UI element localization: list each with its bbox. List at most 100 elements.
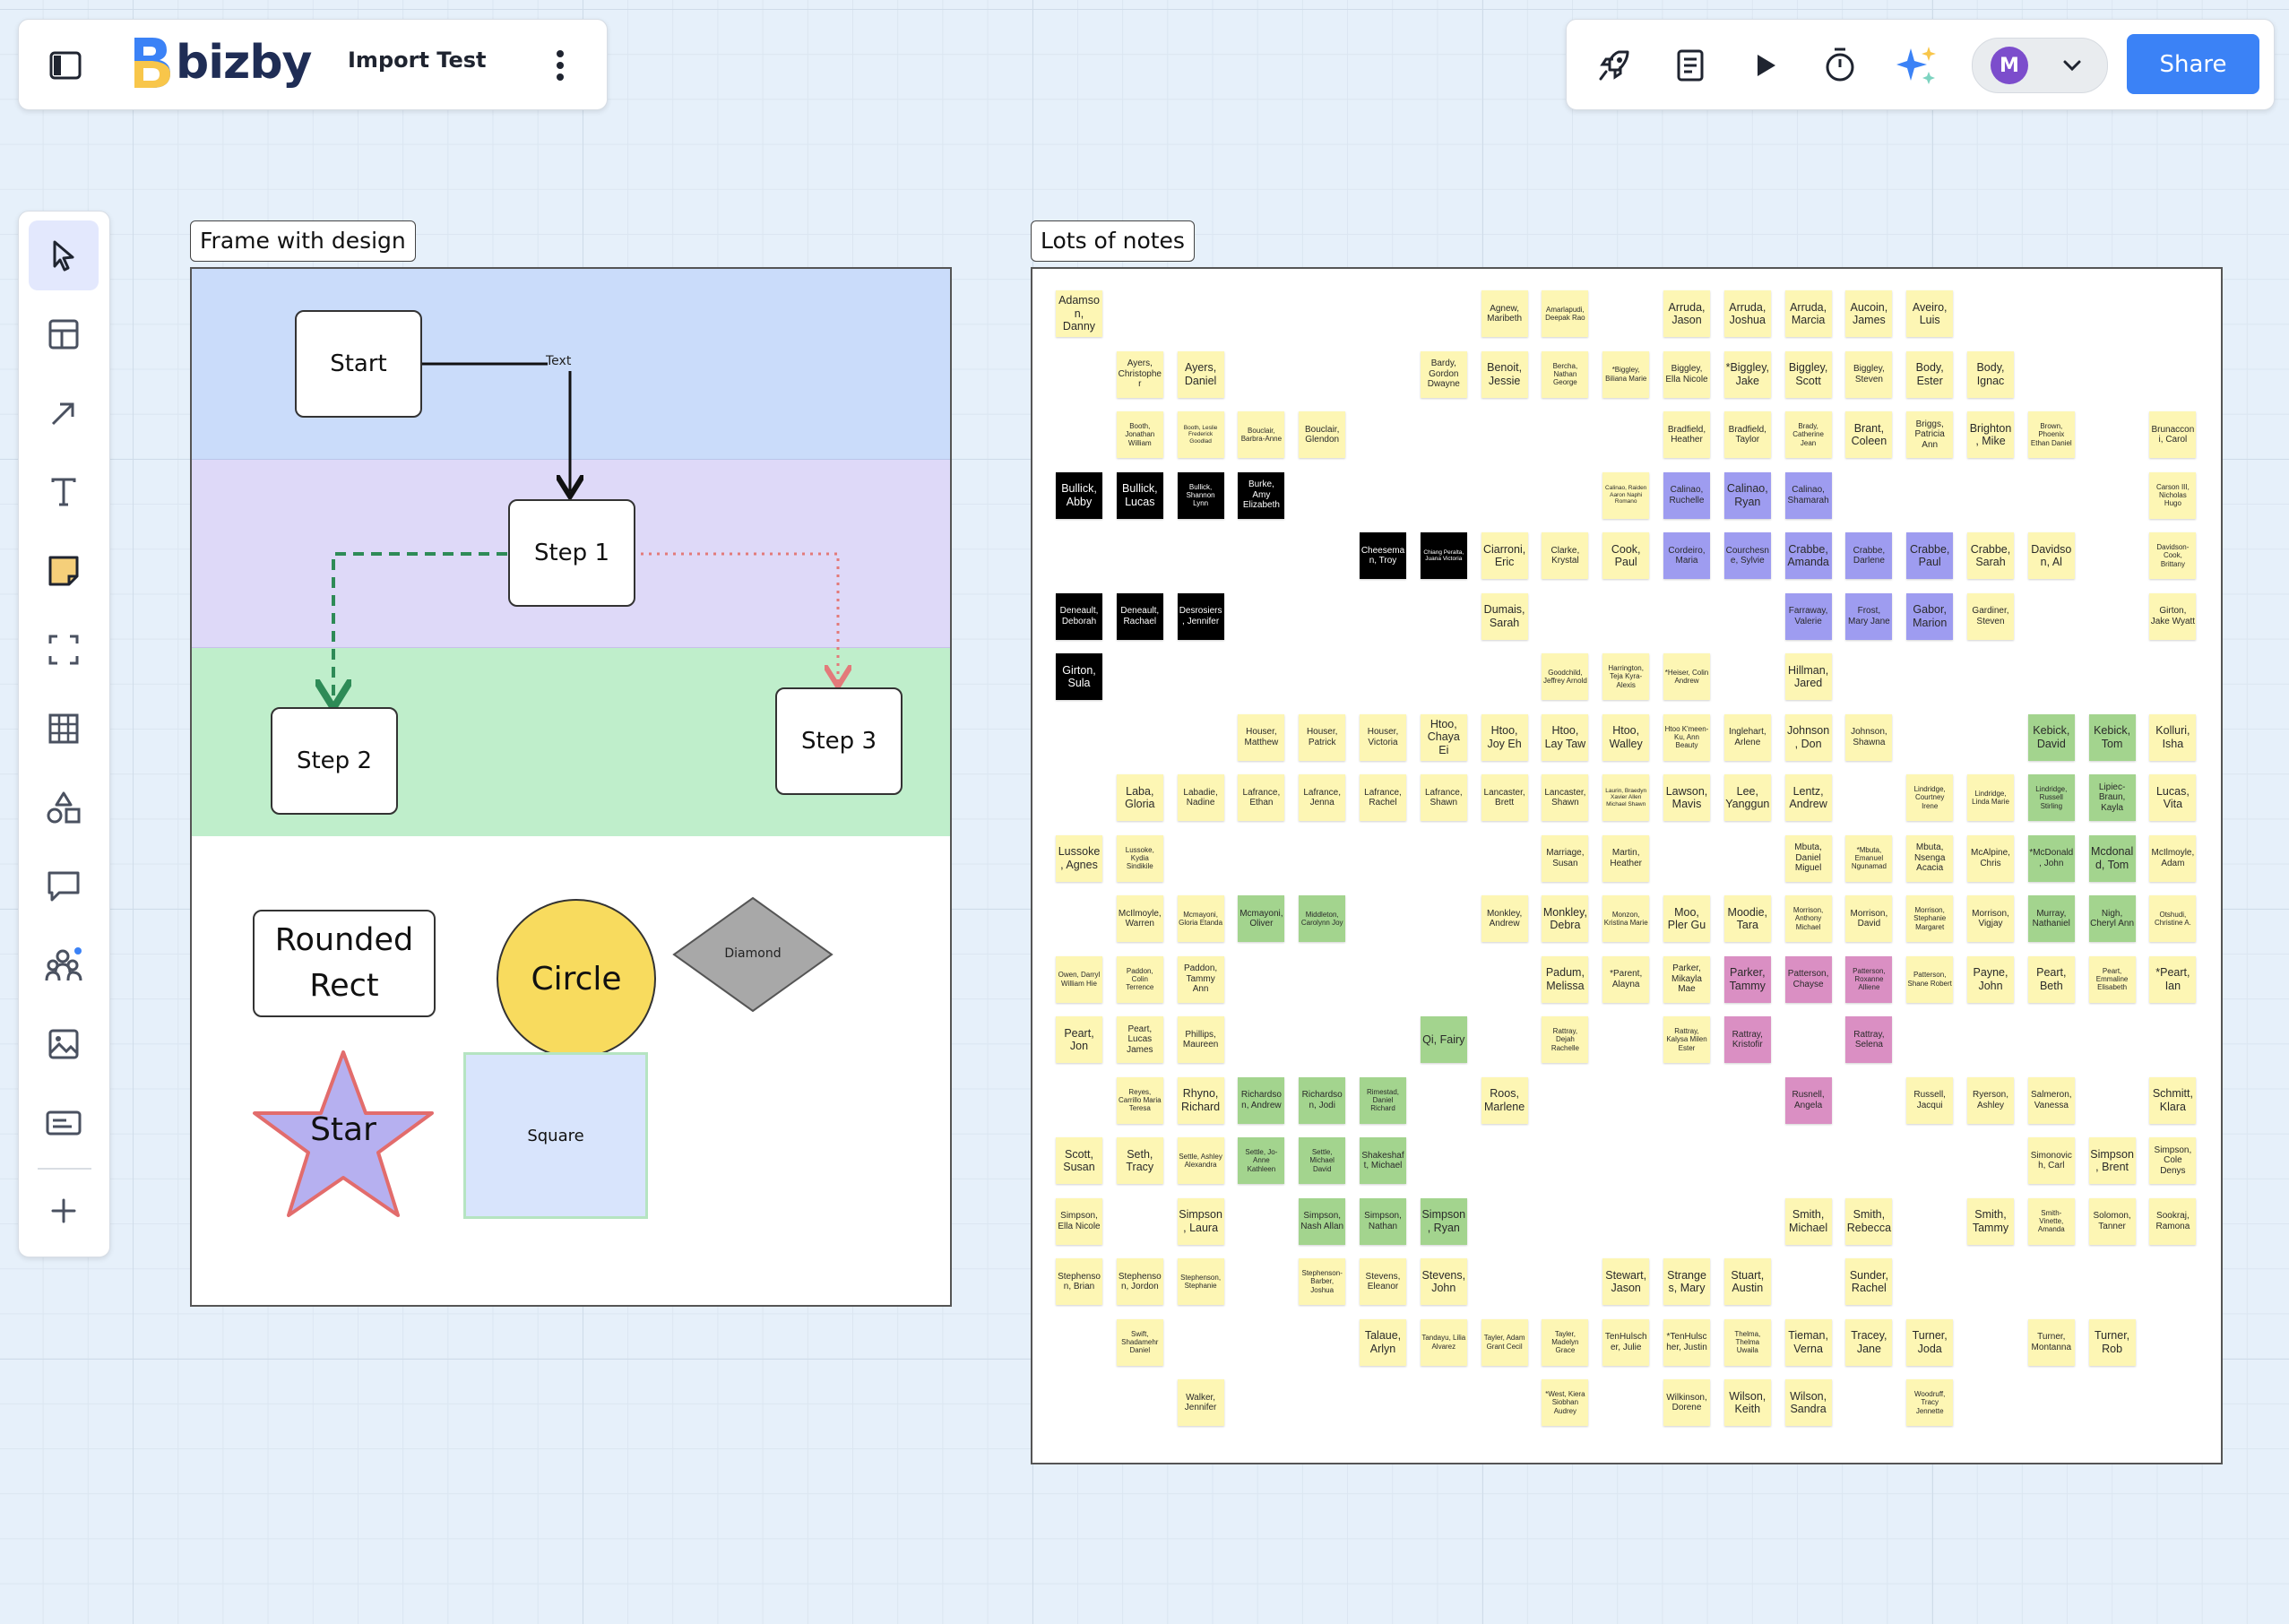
sticky-note[interactable]: Peart, Lucas James	[1116, 1016, 1163, 1063]
sticky-note[interactable]: Moodie, Tara	[1723, 895, 1771, 942]
sticky-note[interactable]: Deneault, Rachael	[1116, 592, 1163, 640]
sticky-note[interactable]: Peart, Emmaline Elisabeth	[2088, 955, 2136, 1003]
sticky-note[interactable]: Biggley, Scott	[1784, 350, 1832, 398]
sticky-note[interactable]: Aucoin, James	[1845, 290, 1893, 337]
sticky-note[interactable]: Calinao, Ryan	[1723, 471, 1771, 519]
sticky-note[interactable]: Nigh, Cheryl Ann	[2088, 895, 2136, 942]
sticky-note[interactable]: Morrison, David	[1845, 895, 1893, 942]
sticky-note[interactable]: Parker, Tammy	[1723, 955, 1771, 1003]
sticky-note[interactable]: Kebick, David	[2027, 713, 2075, 761]
flow-step2-node[interactable]: Step 2	[271, 707, 398, 815]
sticky-note[interactable]: Tandayu, Lilia Alvarez	[1420, 1318, 1467, 1366]
square-shape[interactable]: Square	[463, 1052, 648, 1219]
sticky-note[interactable]: Mcmayoni, Oliver	[1238, 895, 1285, 942]
sticky-note[interactable]: Bullick, Abby	[1056, 471, 1102, 519]
sticky-note[interactable]: Adamson, Danny	[1056, 290, 1102, 337]
sticky-note[interactable]: Stevens, John	[1420, 1258, 1467, 1305]
sticky-note[interactable]: *Peart, Ian	[2149, 955, 2197, 1003]
sticky-note[interactable]: Stephenson-Barber, Joshua	[1299, 1258, 1346, 1305]
sticky-note[interactable]: Wilson, Sandra	[1784, 1379, 1832, 1426]
notes-frame[interactable]: Adamson, Danny Agnew, Maribeth Amarlapudi,…	[1031, 267, 2223, 1464]
user-menu[interactable]: M	[1972, 38, 2108, 93]
sticky-note[interactable]: Sookraj, Ramona	[2149, 1197, 2197, 1245]
sticky-note[interactable]: Reyes, Carrillo Maria Teresa	[1116, 1076, 1163, 1124]
stopwatch-icon[interactable]	[1818, 41, 1862, 88]
sticky-note[interactable]: Bullick, Lucas	[1116, 471, 1163, 519]
sticky-note[interactable]: Body, Ignac	[1967, 350, 2014, 398]
sticky-note[interactable]: Biggley, Steven	[1845, 350, 1893, 398]
sticky-note[interactable]: Payne, John	[1967, 955, 2014, 1003]
sticky-note[interactable]: Brunacconi, Carol	[2149, 411, 2197, 458]
sticky-note[interactable]: Frost, Mary Jane	[1845, 592, 1893, 640]
sticky-note[interactable]: Morrison, Stephanie Margaret	[1906, 895, 1954, 942]
sticky-note[interactable]: Laba, Gloria	[1116, 774, 1163, 821]
sticky-note[interactable]: Stevens, Eleanor	[1360, 1258, 1406, 1305]
sticky-note[interactable]: Lafrance, Ethan	[1238, 774, 1285, 821]
sticky-note[interactable]: Bardy, Gordon Dwayne	[1420, 350, 1467, 398]
sticky-note[interactable]: Patterson, Roxanne Alliene	[1845, 955, 1893, 1003]
sticky-note[interactable]: Girton, Jake Wyatt	[2149, 592, 2197, 640]
sticky-note[interactable]: Ayers, Christopher	[1116, 350, 1163, 398]
sticky-note[interactable]: Goodchild, Jeffrey Arnold	[1542, 653, 1589, 700]
sticky-note[interactable]: Booth, Leslie Frederick Goodlad	[1177, 411, 1224, 458]
sticky-note[interactable]: Turner, Joda	[1906, 1318, 1954, 1366]
document-icon[interactable]	[1668, 43, 1713, 88]
sticky-note[interactable]: Morrison, Vigjay	[1967, 895, 2014, 942]
sticky-note[interactable]: Middleton, Carolynn Joy	[1299, 895, 1346, 942]
sticky-note[interactable]: Settle, Michael David	[1299, 1137, 1346, 1184]
sticky-note[interactable]: Otshudi, Christine A.	[2149, 895, 2197, 942]
sticky-note[interactable]: Parker, Mikayla Mae	[1663, 955, 1710, 1003]
sticky-note[interactable]: Htoo, Joy Eh	[1481, 713, 1528, 761]
template-icon[interactable]	[29, 299, 99, 369]
frame-tool-icon[interactable]	[29, 615, 99, 685]
sticky-note[interactable]: Htoo, Chaya Ei	[1420, 713, 1467, 761]
sticky-note[interactable]: Lipiec-Braun, Kayla	[2088, 774, 2136, 821]
design-frame[interactable]: Text Start Step 1 Step 2 Step 3 Rounded …	[190, 267, 952, 1307]
text-tool-icon[interactable]	[29, 457, 99, 527]
sticky-note[interactable]: Stephenson, Brian	[1056, 1258, 1102, 1305]
sticky-note[interactable]: Lawson, Mavis	[1663, 774, 1710, 821]
sticky-note[interactable]: Phillips, Maureen	[1177, 1016, 1224, 1063]
sticky-note[interactable]: Benoit, Jessie	[1481, 350, 1528, 398]
sticky-note[interactable]: Bradfield, Taylor	[1723, 411, 1771, 458]
sticky-note[interactable]: Simonovich, Carl	[2027, 1137, 2075, 1184]
sticky-note[interactable]: Burke, Amy Elizabeth	[1238, 471, 1285, 519]
sticky-note[interactable]: Wilkinson, Dorene	[1663, 1379, 1710, 1426]
sticky-note[interactable]: Rimestad, Daniel Richard	[1360, 1076, 1406, 1124]
sticky-note[interactable]: *West, Kiera Siobhan Audrey	[1542, 1379, 1589, 1426]
sticky-note[interactable]: *Biggley, Jake	[1723, 350, 1771, 398]
sticky-note[interactable]: Brighton, Mike	[1967, 411, 2014, 458]
sticky-note[interactable]: Crabbe, Sarah	[1967, 532, 2014, 579]
sticky-note[interactable]: Rattray, Selena	[1845, 1016, 1893, 1063]
sticky-note[interactable]: Schmitt, Klara	[2149, 1076, 2197, 1124]
sticky-note[interactable]: Scott, Susan	[1056, 1137, 1102, 1184]
sticky-note[interactable]: Monzon, Kristina Marie	[1602, 895, 1650, 942]
sticky-note[interactable]: Crabbe, Darlene	[1845, 532, 1893, 579]
sticky-note[interactable]: Briggs, Patricia Ann	[1906, 411, 1954, 458]
sticky-note[interactable]: Lentz, Andrew	[1784, 774, 1832, 821]
sticky-note[interactable]: Ayers, Daniel	[1177, 350, 1224, 398]
sticky-note[interactable]: Inglehart, Arlene	[1723, 713, 1771, 761]
sticky-note[interactable]: Mbuta, Nsenga Acacia	[1906, 834, 1954, 882]
play-icon[interactable]	[1743, 43, 1788, 88]
sticky-note[interactable]: Turner, Rob	[2088, 1318, 2136, 1366]
sticky-note[interactable]: Farraway, Valerie	[1784, 592, 1832, 640]
sticky-note[interactable]: Brady, Catherine Jean	[1784, 411, 1832, 458]
select-tool-icon[interactable]	[29, 220, 99, 290]
sticky-note[interactable]: Houser, Matthew	[1238, 713, 1285, 761]
sticky-note[interactable]: Body, Ester	[1906, 350, 1954, 398]
sticky-note[interactable]: Simpson, Ryan	[1420, 1197, 1467, 1245]
frame-title[interactable]: Lots of notes	[1031, 220, 1195, 262]
sticky-note[interactable]: Rattray, Kalysa Milen Ester	[1663, 1016, 1710, 1063]
sticky-note[interactable]: Lussoke, Agnes	[1056, 834, 1102, 882]
add-tool-icon[interactable]	[29, 1176, 99, 1246]
image-tool-icon[interactable]	[29, 1009, 99, 1079]
sticky-note[interactable]: Lussoke, Kydia Sindikile	[1116, 834, 1163, 882]
sticky-note[interactable]: Marriage, Susan	[1542, 834, 1589, 882]
sticky-note[interactable]: Arruda, Jason	[1663, 290, 1710, 337]
sticky-note[interactable]: Cheeseman, Troy	[1360, 532, 1406, 579]
sticky-note[interactable]: Stuart, Austin	[1723, 1258, 1771, 1305]
flow-start-node[interactable]: Start	[295, 310, 422, 418]
sticky-note[interactable]: McIlmoyle, Adam	[2149, 834, 2197, 882]
sticky-note[interactable]: Rusnell, Angela	[1784, 1076, 1832, 1124]
